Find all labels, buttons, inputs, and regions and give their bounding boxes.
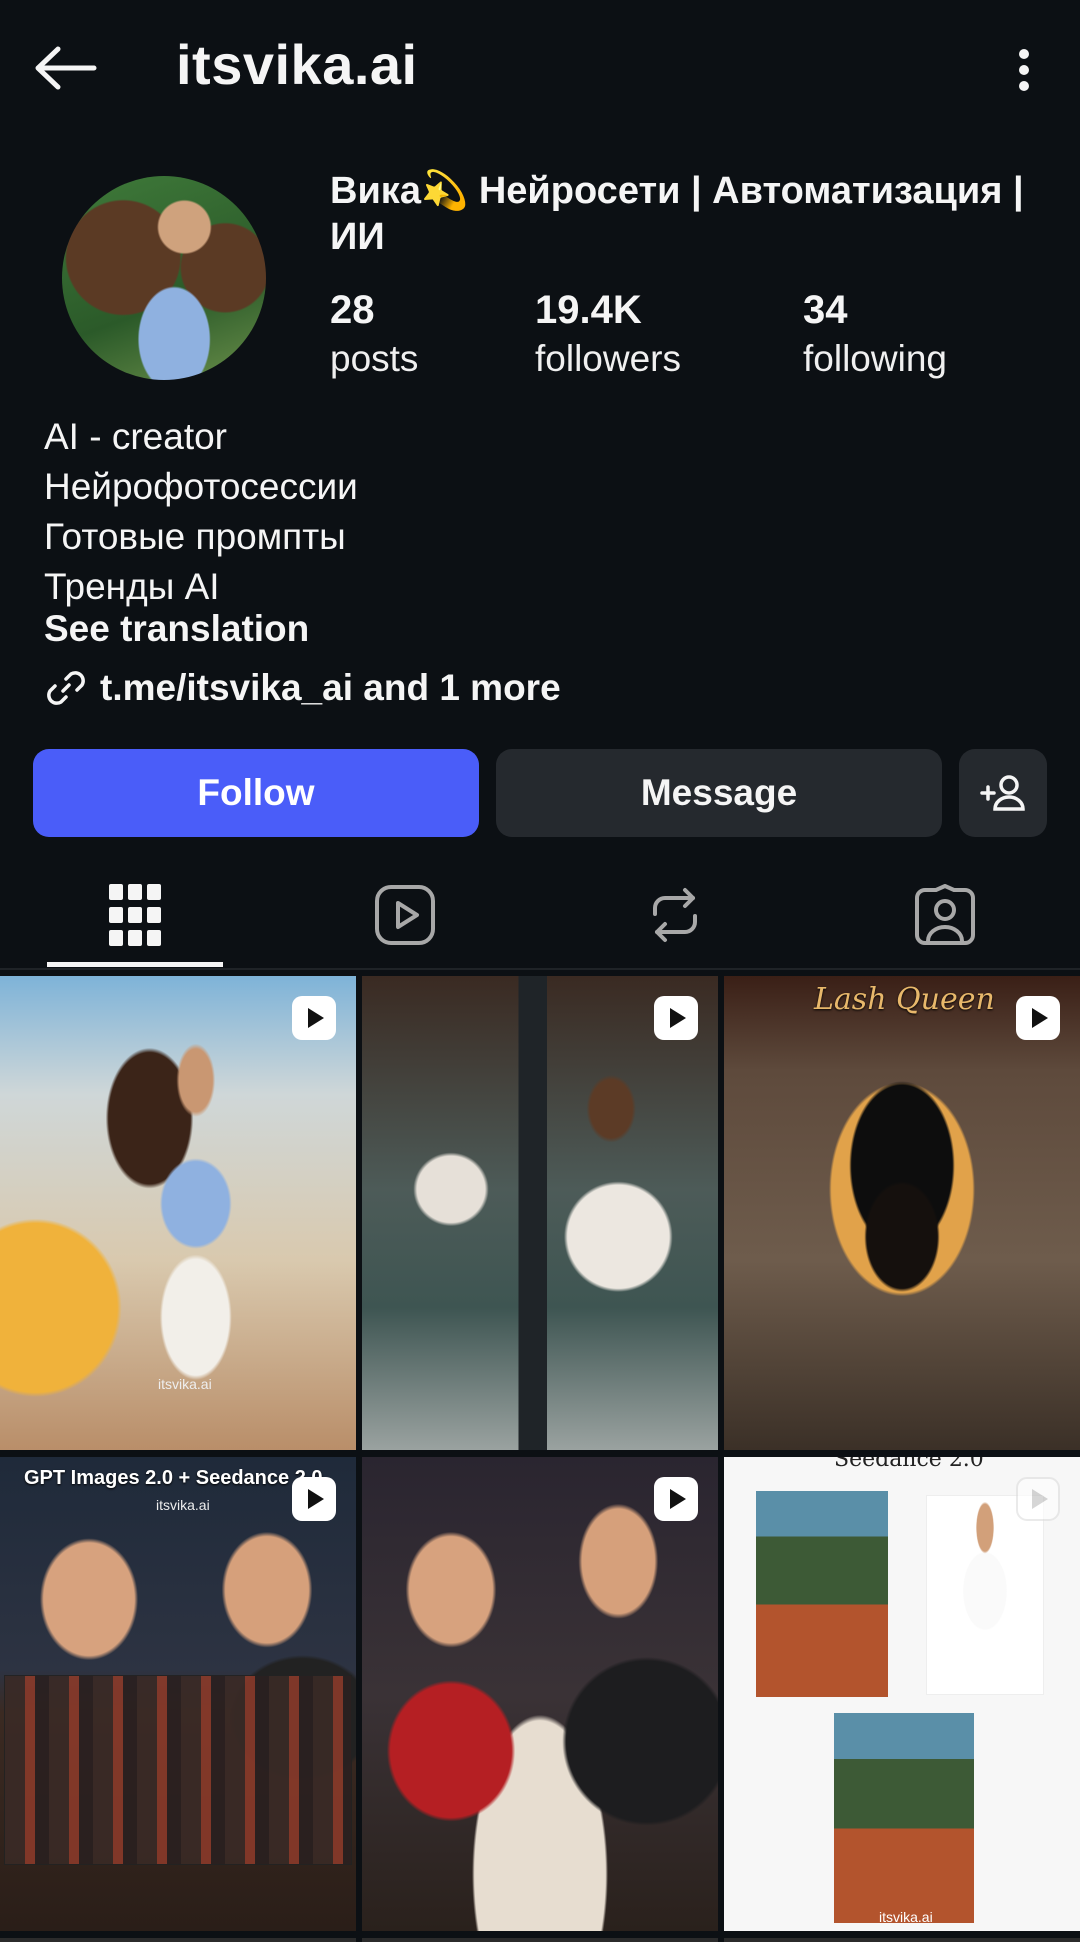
post-tile[interactable]: itsvika.ai <box>0 976 356 1450</box>
profile-username: itsvika.ai <box>176 33 418 96</box>
followers-count: 19.4K <box>535 288 642 332</box>
tagged-person-icon <box>915 884 975 945</box>
post-watermark: itsvika.ai <box>158 1376 212 1392</box>
add-user-button[interactable] <box>959 749 1047 837</box>
bio-line: Тренды AI <box>44 566 220 607</box>
bio-line: Нейрофотосессии <box>44 466 358 507</box>
tennis-court-photo <box>834 1713 974 1923</box>
follow-button[interactable]: Follow <box>33 749 479 837</box>
post-collage-image <box>4 1675 352 1865</box>
display-name: Вика💫 Нейросети | Автоматизация | ИИ <box>330 170 1024 258</box>
reel-icon <box>1016 996 1060 1040</box>
post-caption: GPT Images 2.0 + Seedance 2.0 <box>24 1467 323 1489</box>
repost-icon <box>653 888 697 942</box>
tab-divider <box>0 968 1080 970</box>
tennis-player-photo <box>926 1495 1044 1695</box>
arrow-left-icon[interactable] <box>30 36 102 100</box>
see-translation-link[interactable]: See translation <box>44 608 309 650</box>
followers-label: followers <box>535 338 681 379</box>
post-tile-partial[interactable] <box>0 1938 356 1942</box>
following-count: 34 <box>803 288 848 332</box>
bio-line: AI - creator <box>44 416 227 457</box>
post-tile[interactable]: GPT Images 2.0 + Seedance 2.0 itsvika.ai <box>0 1457 356 1931</box>
grid-icon <box>109 884 161 946</box>
tennis-court-photo <box>756 1491 888 1697</box>
stat-posts[interactable]: 28 posts <box>330 286 418 384</box>
reels-icon <box>375 885 435 945</box>
bio-line: Готовые промпты <box>44 516 346 557</box>
message-button[interactable]: Message <box>496 749 942 837</box>
link-text: t.me/itsvika_ai and 1 more <box>100 667 561 708</box>
post-tile-partial[interactable] <box>724 1938 1080 1942</box>
post-tile[interactable]: Lash Queen <box>724 976 1080 1450</box>
reel-icon <box>654 996 698 1040</box>
reel-icon <box>292 996 336 1040</box>
bio: AI - creator Нейрофотосессии Готовые про… <box>44 412 358 612</box>
active-tab-indicator <box>47 962 223 967</box>
post-watermark: itsvika.ai <box>156 1497 210 1513</box>
posts-count: 28 <box>330 288 375 332</box>
more-vertical-icon[interactable] <box>1004 40 1044 100</box>
following-label: following <box>803 338 947 379</box>
post-tile-partial[interactable] <box>362 1938 718 1942</box>
add-person-icon <box>980 775 1025 811</box>
tab-tagged[interactable] <box>810 860 1080 970</box>
post-tile[interactable] <box>362 1457 718 1931</box>
post-tile[interactable]: Seedance 2.0 itsvika.ai <box>724 1457 1080 1931</box>
stat-following[interactable]: 34 following <box>803 286 947 384</box>
post-caption: Seedance 2.0 <box>834 1457 984 1472</box>
post-tile[interactable] <box>362 976 718 1450</box>
profile-page: itsvika.ai Вика💫 Нейросети | Автоматизац… <box>0 0 1080 1942</box>
reel-icon <box>654 1477 698 1521</box>
post-watermark: itsvika.ai <box>879 1909 933 1925</box>
tab-reposts[interactable] <box>540 860 810 970</box>
top-bar: itsvika.ai <box>0 0 1080 140</box>
tab-grid[interactable] <box>0 860 270 970</box>
stat-followers[interactable]: 19.4K followers <box>535 286 681 384</box>
avatar[interactable] <box>62 176 266 380</box>
reel-icon <box>292 1477 336 1521</box>
link-icon <box>47 671 85 705</box>
posts-label: posts <box>330 338 419 379</box>
tab-reels[interactable] <box>270 860 540 970</box>
post-caption: Lash Queen <box>814 982 995 1017</box>
profile-link[interactable]: t.me/itsvika_ai and 1 more <box>44 666 561 710</box>
reel-icon <box>1016 1477 1060 1521</box>
profile-tabs <box>0 860 1080 970</box>
